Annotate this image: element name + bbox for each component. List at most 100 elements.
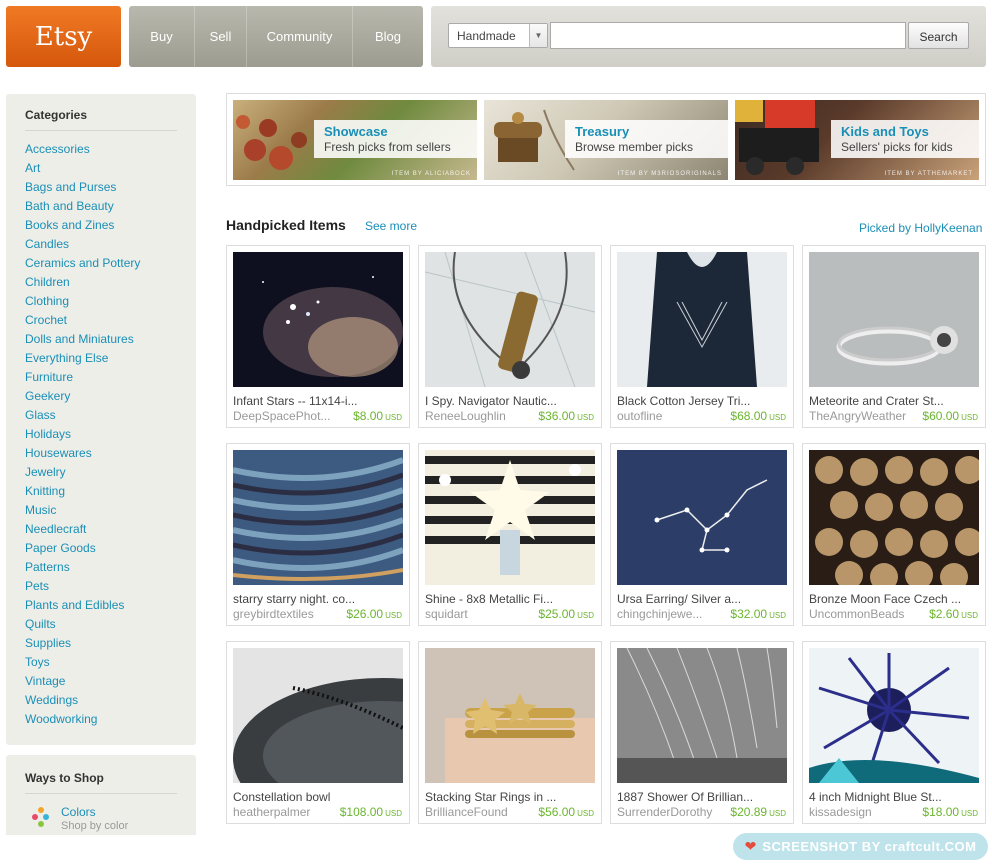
item-card[interactable]: Ursa Earring/ Silver a... chingchinjewe..…	[610, 443, 794, 626]
item-seller[interactable]: greybirdtextiles	[233, 607, 314, 621]
banner-treasury[interactable]: Treasury Browse member picks ITEM BY M3R…	[484, 100, 728, 180]
item-card[interactable]: Constellation bowl heatherpalmer $108.00 US…	[226, 641, 410, 824]
category-link[interactable]: Furniture	[25, 369, 140, 388]
item-title[interactable]: Ursa Earring/ Silver a...	[617, 592, 787, 606]
item-seller[interactable]: TheAngryWeather	[809, 409, 906, 423]
category-link[interactable]: Supplies	[25, 635, 140, 654]
category-link[interactable]: Books and Zines	[25, 217, 140, 236]
item-title[interactable]: Shine - 8x8 Metallic Fi...	[425, 592, 595, 606]
item-title[interactable]: Black Cotton Jersey Tri...	[617, 394, 787, 408]
category-link[interactable]: Woodworking	[25, 711, 140, 730]
category-link[interactable]: Clothing	[25, 293, 140, 312]
item-thumbnail[interactable]	[617, 450, 787, 585]
category-link[interactable]: Children	[25, 274, 140, 293]
item-thumbnail[interactable]	[425, 648, 595, 783]
item-seller[interactable]: squidart	[425, 607, 468, 621]
banner-kids-and-toys[interactable]: Kids and Toys Sellers' picks for kids IT…	[735, 100, 979, 180]
category-link[interactable]: Quilts	[25, 616, 140, 635]
item-currency: USD	[769, 611, 786, 620]
category-link[interactable]: Holidays	[25, 426, 140, 445]
item-seller[interactable]: outofline	[617, 409, 662, 423]
category-link[interactable]: Candles	[25, 236, 140, 255]
category-link[interactable]: Art	[25, 160, 140, 179]
nav-sell[interactable]: Sell	[195, 6, 247, 67]
search-input[interactable]	[550, 22, 906, 49]
item-title[interactable]: starry starry night. co...	[233, 592, 403, 606]
category-link[interactable]: Pets	[25, 578, 140, 597]
see-more-link[interactable]: See more	[365, 219, 417, 233]
search-bar: Handmade ▼ Search	[431, 6, 986, 67]
item-seller[interactable]: UncommonBeads	[809, 607, 904, 621]
category-link[interactable]: Music	[25, 502, 140, 521]
item-thumbnail[interactable]	[617, 648, 787, 783]
item-currency: USD	[577, 413, 594, 422]
item-thumbnail[interactable]	[233, 450, 403, 585]
category-link[interactable]: Geekery	[25, 388, 140, 407]
category-link[interactable]: Bags and Purses	[25, 179, 140, 198]
item-title[interactable]: Meteorite and Crater St...	[809, 394, 979, 408]
item-card[interactable]: 1887 Shower Of Brillian... SurrenderDorot…	[610, 641, 794, 824]
item-thumbnail[interactable]	[425, 450, 595, 585]
item-seller[interactable]: BrillianceFound	[425, 805, 508, 819]
item-thumbnail[interactable]	[425, 252, 595, 387]
item-title[interactable]: I Spy. Navigator Nautic...	[425, 394, 595, 408]
item-thumbnail[interactable]	[809, 648, 979, 783]
etsy-logo[interactable]: Etsy	[6, 6, 121, 67]
category-link[interactable]: Knitting	[25, 483, 140, 502]
item-thumbnail[interactable]	[809, 252, 979, 387]
item-title[interactable]: Infant Stars -- 11x14-i...	[233, 394, 403, 408]
category-link[interactable]: Bath and Beauty	[25, 198, 140, 217]
category-link[interactable]: Needlecraft	[25, 521, 140, 540]
item-title[interactable]: 1887 Shower Of Brillian...	[617, 790, 787, 804]
item-card[interactable]: I Spy. Navigator Nautic... ReneeLoughlin $…	[418, 245, 602, 428]
category-link[interactable]: Paper Goods	[25, 540, 140, 559]
category-link[interactable]: Patterns	[25, 559, 140, 578]
item-card[interactable]: Bronze Moon Face Czech ... UncommonBeads $…	[802, 443, 986, 626]
search-scope-select[interactable]: Handmade ▼	[448, 23, 548, 48]
banner-credit: ITEM BY ATTHEMARKET	[884, 171, 973, 177]
item-title[interactable]: Bronze Moon Face Czech ...	[809, 592, 979, 606]
category-link[interactable]: Accessories	[25, 141, 140, 160]
category-link[interactable]: Housewares	[25, 445, 140, 464]
banner-showcase[interactable]: Showcase Fresh picks from sellers ITEM B…	[233, 100, 477, 180]
category-link[interactable]: Everything Else	[25, 350, 140, 369]
item-card[interactable]: Meteorite and Crater St... TheAngryWeathe…	[802, 245, 986, 428]
category-link[interactable]: Dolls and Miniatures	[25, 331, 140, 350]
item-seller[interactable]: SurrenderDorothy	[617, 805, 712, 819]
search-button[interactable]: Search	[908, 22, 969, 49]
picked-by-link[interactable]: Picked by HollyKeenan	[859, 221, 982, 235]
category-link[interactable]: Glass	[25, 407, 140, 426]
ways-colors-link[interactable]: Colors	[61, 805, 96, 819]
item-card[interactable]: 4 inch Midnight Blue St... kissadesign $18…	[802, 641, 986, 824]
category-link[interactable]: Ceramics and Pottery	[25, 255, 140, 274]
item-title[interactable]: Constellation bowl	[233, 790, 403, 804]
category-link[interactable]: Vintage	[25, 673, 140, 692]
item-price-value: $18.00	[922, 805, 960, 819]
item-seller[interactable]: kissadesign	[809, 805, 872, 819]
item-seller[interactable]: heatherpalmer	[233, 805, 310, 819]
nav-buy[interactable]: Buy	[129, 6, 195, 67]
item-card[interactable]: starry starry night. co... greybirdtextil…	[226, 443, 410, 626]
item-card[interactable]: Black Cotton Jersey Tri... outofline $68.0…	[610, 245, 794, 428]
item-thumbnail[interactable]	[809, 450, 979, 585]
category-link[interactable]: Plants and Edibles	[25, 597, 140, 616]
item-card[interactable]: Infant Stars -- 11x14-i... DeepSpacePhot.…	[226, 245, 410, 428]
item-seller[interactable]: DeepSpacePhot...	[233, 409, 330, 423]
chevron-down-icon[interactable]: ▼	[529, 24, 547, 47]
nav-blog[interactable]: Blog	[353, 6, 423, 67]
category-link[interactable]: Weddings	[25, 692, 140, 711]
nav-community[interactable]: Community	[247, 6, 353, 67]
item-thumbnail[interactable]	[233, 252, 403, 387]
category-link[interactable]: Toys	[25, 654, 140, 673]
item-title[interactable]: Stacking Star Rings in ...	[425, 790, 595, 804]
item-thumbnail[interactable]	[617, 252, 787, 387]
item-title[interactable]: 4 inch Midnight Blue St...	[809, 790, 979, 804]
item-seller[interactable]: chingchinjewe...	[617, 607, 702, 621]
banner-credit: ITEM BY ALICIABOCK	[391, 171, 471, 177]
item-card[interactable]: Shine - 8x8 Metallic Fi... squidart $25.00…	[418, 443, 602, 626]
category-link[interactable]: Crochet	[25, 312, 140, 331]
item-card[interactable]: Stacking Star Rings in ... BrillianceFoun…	[418, 641, 602, 824]
item-seller[interactable]: ReneeLoughlin	[425, 409, 506, 423]
item-thumbnail[interactable]	[233, 648, 403, 783]
category-link[interactable]: Jewelry	[25, 464, 140, 483]
